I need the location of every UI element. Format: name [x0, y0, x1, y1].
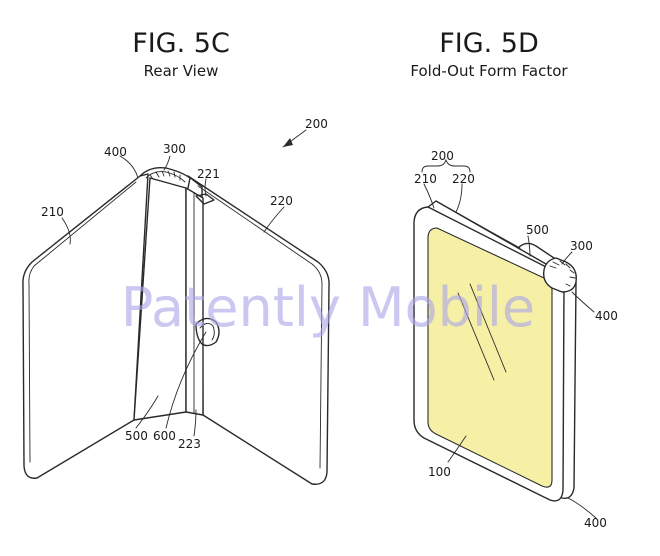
- fig-5c-ref-221: 221: [197, 167, 220, 181]
- fig-5d-ref-400: 400: [595, 309, 618, 323]
- leader-220: [264, 207, 284, 232]
- leader-400b: [568, 498, 596, 518]
- leader-500: [528, 236, 530, 256]
- fig-5c-ref-220: 220: [270, 194, 293, 208]
- fig-5d-subtitle: Fold-Out Form Factor: [410, 62, 568, 80]
- fig-5c-ref-300: 300: [163, 142, 186, 156]
- fig-5c-ref-600: 600: [153, 429, 176, 443]
- leader-400: [120, 156, 138, 178]
- fig-5d-ref-200: 200: [431, 149, 454, 163]
- fig-5c-ref-210: 210: [41, 205, 64, 219]
- patent-drawing-canvas: FIG. 5C Rear View: [0, 0, 660, 556]
- fig-5c-title: FIG. 5C: [132, 28, 230, 59]
- fig-5c-ref-500: 500: [125, 429, 148, 443]
- fig-5c-ref-200: 200: [305, 117, 328, 131]
- fig-5d-ref-400b: 400: [584, 516, 607, 530]
- fig-5d-ref-100: 100: [428, 465, 451, 479]
- leader-210: [424, 184, 434, 208]
- fig-5c-ref-223: 223: [178, 437, 201, 451]
- leader-220: [456, 184, 462, 212]
- fig-5d-device-drawing: [414, 201, 576, 501]
- fig-5c-subtitle: Rear View: [144, 62, 219, 80]
- arrow-200-head: [283, 138, 293, 147]
- fig-5d-title: FIG. 5D: [439, 28, 539, 59]
- fig-5d-ref-300: 300: [570, 239, 593, 253]
- fig-5c-ref-400: 400: [104, 145, 127, 159]
- fig-5d-ref-210: 210: [414, 172, 437, 186]
- fig-5d-ref-220: 220: [452, 172, 475, 186]
- fig-5d-ref-500: 500: [526, 223, 549, 237]
- watermark-text: Patently Mobile: [121, 276, 535, 339]
- figure-5c: FIG. 5C Rear View: [23, 28, 329, 484]
